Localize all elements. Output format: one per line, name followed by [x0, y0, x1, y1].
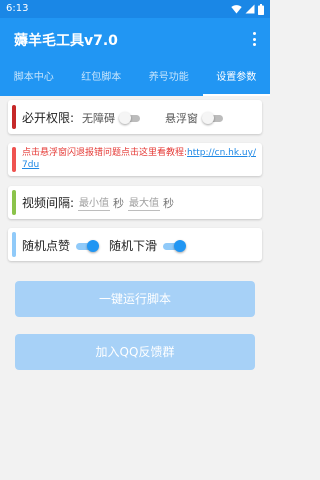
app-bar: 薅羊毛工具v7.0 — [0, 18, 270, 60]
permissions-title: 必开权限: — [22, 111, 75, 125]
notice-text-block: 点击悬浮窗闪退报错问题点击这里看教程:http://cn.hk.uy/7du — [22, 147, 258, 171]
random-options-row: 随机点赞 随机下滑 — [22, 237, 187, 254]
overlay-label: 悬浮窗 — [165, 111, 199, 125]
random-like-switch[interactable] — [75, 239, 100, 252]
permissions-card: 必开权限: 无障碍 悬浮窗 — [8, 100, 262, 134]
max-interval-unit: 秒 — [163, 196, 175, 210]
video-interval-row: 视频间隔: 最小值 秒 最大值 秒 — [22, 194, 174, 211]
tab-bar: 脚本中心 红包脚本 养号功能 设置参数 — [0, 60, 270, 96]
permissions-stripe — [12, 105, 16, 129]
random-options-stripe — [12, 232, 16, 257]
random-options-card: 随机点赞 随机下滑 — [8, 228, 262, 261]
accessibility-switch[interactable] — [119, 111, 143, 124]
tab-script-center[interactable]: 脚本中心 — [0, 60, 68, 96]
tab-settings[interactable]: 设置参数 — [202, 60, 271, 96]
video-interval-stripe — [12, 190, 16, 215]
wifi-icon — [231, 5, 242, 14]
status-icons — [231, 3, 264, 15]
status-bar: 6:13 — [0, 0, 270, 18]
min-interval-input[interactable]: 最小值 — [78, 194, 111, 211]
tab-account-nurturing[interactable]: 养号功能 — [135, 60, 203, 96]
battery-icon — [258, 3, 264, 15]
min-interval-unit: 秒 — [113, 196, 125, 210]
tab-red-packet-script[interactable]: 红包脚本 — [68, 60, 136, 96]
notice-card[interactable]: 点击悬浮窗闪退报错问题点击这里看教程:http://cn.hk.uy/7du — [8, 143, 262, 176]
app-title: 薅羊毛工具v7.0 — [14, 33, 118, 49]
notice-stripe — [12, 147, 16, 172]
video-interval-card: 视频间隔: 最小值 秒 最大值 秒 — [8, 186, 262, 219]
random-like-label: 随机点赞 — [22, 239, 71, 253]
more-vert-icon[interactable] — [248, 30, 260, 48]
notice-text: 点击悬浮窗闪退报错问题点击这里看教程: — [22, 148, 188, 158]
overlay-switch[interactable] — [202, 111, 226, 124]
random-swipe-label: 随机下滑 — [109, 239, 158, 253]
max-interval-input[interactable]: 最大值 — [128, 194, 161, 211]
cellular-signal-icon — [245, 4, 255, 14]
random-swipe-switch[interactable] — [162, 239, 187, 252]
video-interval-label: 视频间隔: — [22, 196, 75, 210]
run-script-button[interactable]: 一键运行脚本 — [15, 281, 255, 317]
permissions-row: 必开权限: 无障碍 悬浮窗 — [22, 109, 226, 126]
status-time: 6:13 — [6, 3, 29, 14]
accessibility-label: 无障碍 — [82, 111, 116, 125]
join-qq-group-button[interactable]: 加入QQ反馈群 — [15, 334, 255, 370]
